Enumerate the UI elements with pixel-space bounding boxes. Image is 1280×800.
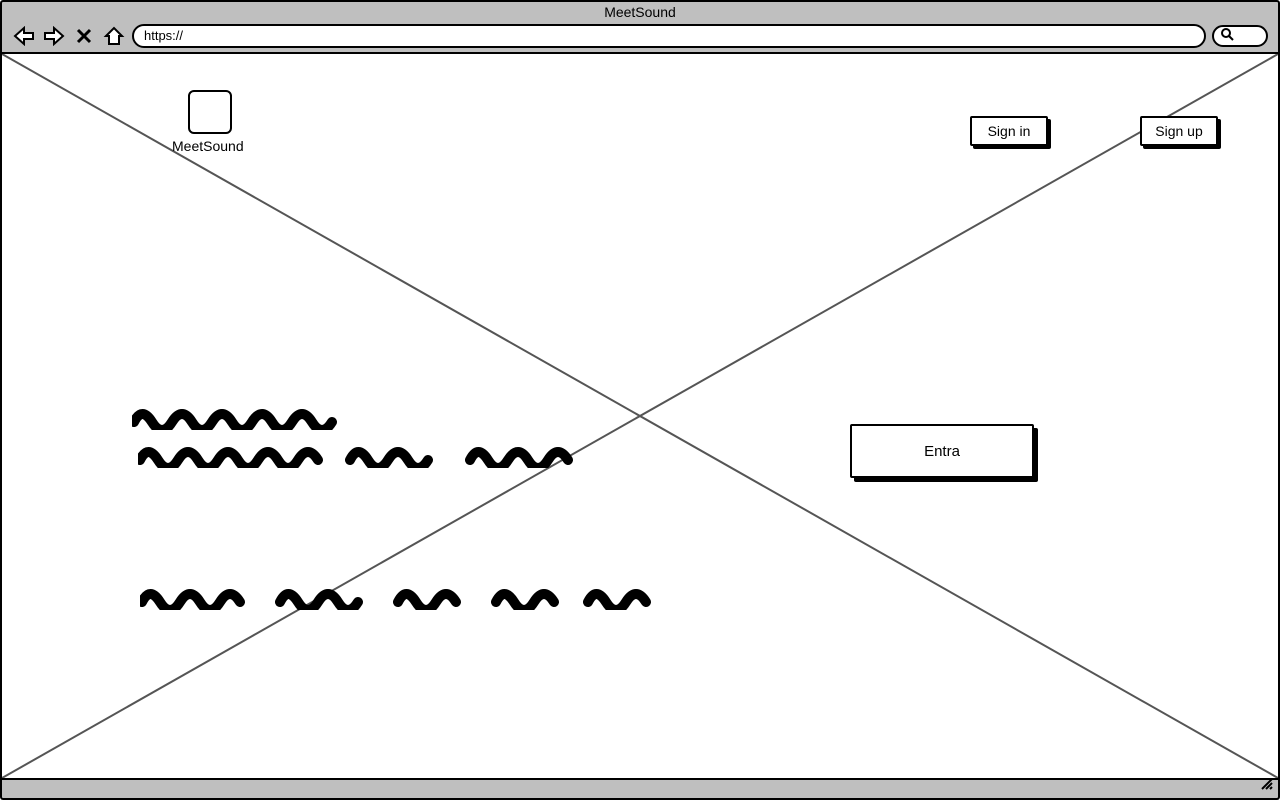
stop-icon[interactable] xyxy=(72,24,96,48)
browser-chrome: MeetSound https:// xyxy=(0,0,1280,54)
browser-toolbar: https:// xyxy=(12,22,1268,50)
browser-search[interactable] xyxy=(1212,25,1268,47)
address-bar-text: https:// xyxy=(144,26,183,46)
auth-buttons: Sign in Sign up xyxy=(970,116,1218,146)
page-viewport: MeetSound Sign in Sign up Entra xyxy=(0,54,1280,780)
logo-label: MeetSound xyxy=(172,138,244,154)
entra-button[interactable]: Entra xyxy=(850,424,1034,478)
forward-icon[interactable] xyxy=(42,24,66,48)
search-icon xyxy=(1220,27,1234,46)
browser-statusbar xyxy=(0,780,1280,800)
sign-in-button[interactable]: Sign in xyxy=(970,116,1048,146)
resize-grip-icon[interactable] xyxy=(1260,777,1274,796)
logo-placeholder xyxy=(188,90,232,134)
hero-headline-placeholder xyxy=(132,404,578,480)
sign-up-button[interactable]: Sign up xyxy=(1140,116,1218,146)
window-title: MeetSound xyxy=(2,4,1278,20)
hero-subtext-placeholder xyxy=(140,584,670,622)
home-icon[interactable] xyxy=(102,24,126,48)
address-bar[interactable]: https:// xyxy=(132,24,1206,48)
back-icon[interactable] xyxy=(12,24,36,48)
